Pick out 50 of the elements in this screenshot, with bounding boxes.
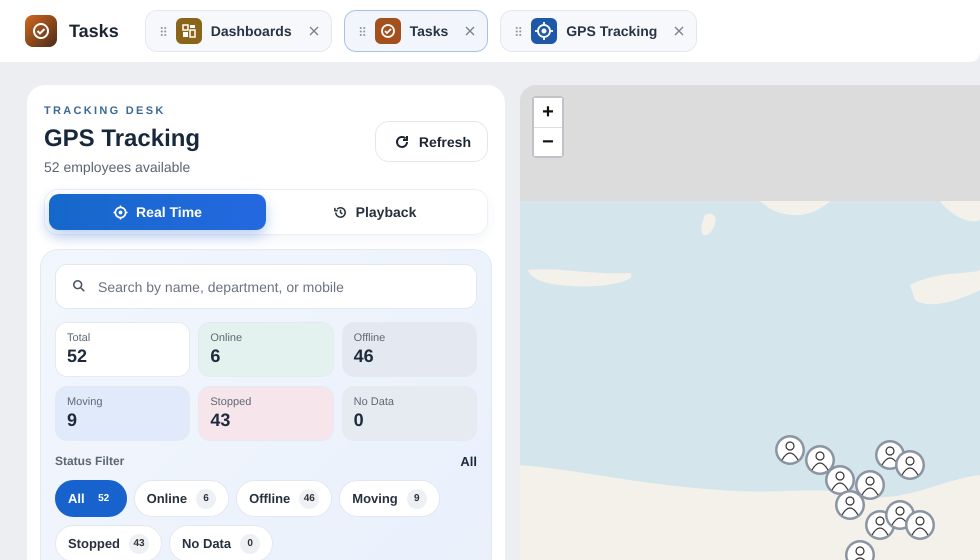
count-badge: 0 xyxy=(240,534,260,554)
panel-title: GPS Tracking xyxy=(44,125,200,153)
stat-label: Stopped xyxy=(210,396,252,408)
filter-chip[interactable]: Online 6 xyxy=(134,480,230,517)
close-icon[interactable] xyxy=(465,26,476,36)
zoom-out-button[interactable]: − xyxy=(534,127,562,156)
stat-label: Offline xyxy=(354,332,386,344)
map-view[interactable]: + − xyxy=(520,85,980,560)
target-icon xyxy=(531,18,558,44)
stat-value: 0 xyxy=(354,410,365,431)
stat-value: 9 xyxy=(67,410,78,431)
dashboard-icon xyxy=(176,18,202,44)
filter-chip[interactable]: No Data 0 xyxy=(169,525,274,560)
stat-value: 52 xyxy=(67,346,88,367)
stat-label: Online xyxy=(210,332,244,344)
refresh-button[interactable]: Refresh xyxy=(374,121,488,162)
stat-value: 6 xyxy=(210,346,222,367)
close-icon[interactable] xyxy=(674,26,684,36)
filter-heading: Status Filter xyxy=(55,454,124,469)
current-filter: All xyxy=(460,454,477,469)
stat-value: 46 xyxy=(354,346,375,367)
mode-tab[interactable]: Playback xyxy=(266,194,483,230)
stat-label: No Data xyxy=(354,396,396,408)
search-field[interactable]: Search by name, department, or mobile xyxy=(55,264,477,309)
mode-tab[interactable]: Real Time xyxy=(49,194,266,230)
app-tab[interactable]: Tasks xyxy=(344,10,488,52)
count-badge: 6 xyxy=(196,488,216,508)
count-badge: 9 xyxy=(406,488,427,508)
app-title: Tasks xyxy=(69,20,119,42)
filter-chip[interactable]: Stopped 43 xyxy=(55,525,162,560)
refresh-icon xyxy=(394,134,410,150)
app-tab[interactable]: GPS Tracking xyxy=(500,10,698,52)
close-icon[interactable] xyxy=(308,26,319,36)
search-icon xyxy=(72,279,86,293)
stat-value: 43 xyxy=(210,410,232,431)
history-icon xyxy=(332,204,348,220)
drag-handle-icon[interactable] xyxy=(358,26,366,36)
filter-chip[interactable]: Offline 46 xyxy=(236,480,332,517)
employee-count: 52 employees available xyxy=(44,159,192,175)
count-badge: 43 xyxy=(129,534,149,554)
app-tab[interactable]: Dashboards xyxy=(144,10,332,52)
count-badge: 46 xyxy=(299,488,320,508)
drag-handle-icon[interactable] xyxy=(160,26,167,36)
section-eyebrow: TRACKING DESK xyxy=(44,105,167,117)
stat-label: Moving xyxy=(67,396,104,408)
drag-handle-icon[interactable] xyxy=(515,26,522,36)
stat-label: Total xyxy=(67,332,92,344)
filter-chip[interactable]: Moving 9 xyxy=(339,480,440,517)
filter-chip[interactable]: All 52 xyxy=(55,480,127,517)
target-icon xyxy=(113,204,128,220)
